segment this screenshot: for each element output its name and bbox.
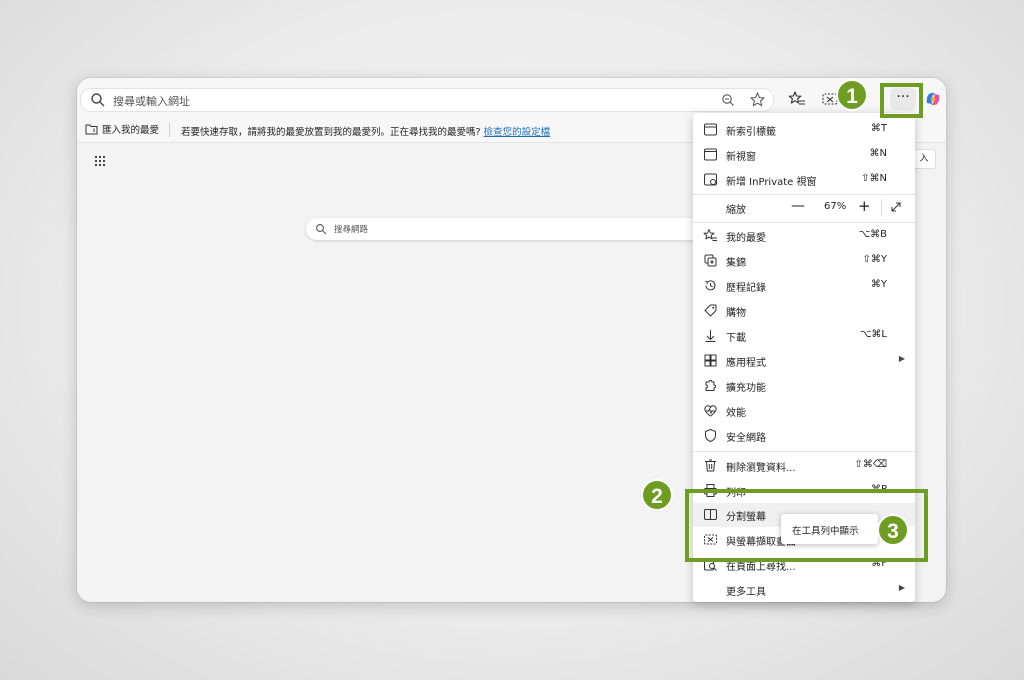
menu-item-new-tab[interactable]: 新索引標籤 ⌘T (693, 118, 915, 142)
toolbar: 搜尋或輸入網址 ··· (77, 78, 946, 118)
collections-icon (704, 254, 717, 267)
menu-divider (693, 222, 915, 223)
address-placeholder: 搜尋或輸入網址 (113, 95, 190, 108)
menu-item-shortcut: ⌘T (870, 123, 887, 134)
fullscreen-icon[interactable] (889, 200, 903, 214)
new-window-icon (704, 148, 717, 161)
inprivate-icon (704, 173, 717, 186)
menu-item-more-tools[interactable]: 更多工具 ▶ (693, 578, 915, 602)
zoom-level: 67% (824, 201, 847, 212)
extensions-puzzle-icon (705, 380, 716, 391)
menu-item-label: 新增 InPrivate 視窗 (726, 177, 817, 188)
menu-divider (693, 451, 915, 452)
menu-item-label: 我的最愛 (726, 233, 766, 244)
menu-item-shortcut: ⌥⌘B (858, 229, 887, 240)
menu-item-history[interactable]: 歷程記錄 ⌘Y (693, 274, 915, 298)
menu-item-secure-network[interactable]: 安全網路 (693, 424, 915, 448)
menu-item-label: 效能 (726, 408, 746, 419)
search-icon (316, 224, 327, 235)
favorites-list-icon[interactable] (788, 90, 806, 108)
menu-item-downloads[interactable]: 下載 ⌥⌘L (693, 324, 915, 348)
performance-heart-icon (704, 405, 717, 417)
menu-item-label: 購物 (726, 308, 746, 319)
favorites-icon (703, 229, 717, 241)
menu-item-label: 集錦 (726, 258, 746, 269)
app-launcher-icon[interactable] (94, 155, 106, 167)
favbar-divider (169, 123, 170, 137)
apps-icon (704, 354, 717, 367)
download-icon (705, 330, 716, 342)
highlight-more-button (880, 83, 923, 118)
copilot-icon[interactable] (923, 89, 943, 109)
menu-item-shortcut: ⇧⌘Y (862, 254, 888, 265)
menu-item-apps[interactable]: 應用程式 ▶ (693, 349, 915, 373)
menu-item-shortcut: ⌥⌘L (859, 329, 887, 340)
web-search-box[interactable]: 搜尋網路 (306, 218, 706, 240)
menu-item-label: 新視窗 (726, 152, 756, 163)
menu-item-label: 刪除瀏覽資料... (726, 463, 796, 474)
import-favorites-button[interactable]: 匯入我的最愛 (85, 122, 159, 136)
zoom-separator (881, 199, 882, 217)
sign-in-button[interactable]: 入 (912, 149, 936, 169)
menu-item-label: 應用程式 (726, 358, 766, 369)
zoom-out-button[interactable]: — (791, 198, 805, 214)
chevron-right-icon: ▶ (898, 354, 905, 363)
history-icon (705, 280, 716, 291)
trash-icon (705, 459, 716, 472)
menu-item-extensions[interactable]: 擴充功能 (693, 374, 915, 398)
import-folder-icon (85, 124, 98, 135)
shopping-tag-icon (704, 304, 717, 317)
step-badge-2: 2 (641, 479, 673, 511)
check-profile-settings-link[interactable]: 檢查您的設定檔 (484, 127, 551, 138)
menu-item-new-window[interactable]: 新視窗 ⌘N (693, 143, 915, 167)
search-icon (91, 93, 105, 107)
add-favorite-star-icon[interactable] (749, 91, 766, 108)
menu-item-label: 歷程記錄 (726, 283, 766, 294)
favorites-hint: 若要快速存取，請將我的最愛放置到我的最愛列。正在尋找我的最愛嗎? 檢查您的設定檔 (181, 124, 550, 138)
menu-divider (693, 194, 915, 195)
shield-icon (705, 429, 716, 442)
menu-item-favorites[interactable]: 我的最愛 ⌥⌘B (693, 224, 915, 248)
step-badge-3: 3 (877, 514, 909, 546)
zoom-out-icon[interactable] (721, 93, 735, 107)
menu-item-shortcut: ⇧⌘N (861, 173, 887, 184)
menu-item-label: 擴充功能 (726, 383, 766, 394)
menu-item-inprivate-window[interactable]: 新增 InPrivate 視窗 ⇧⌘N (693, 168, 915, 192)
menu-item-shortcut: ⌘Y (870, 279, 887, 290)
menu-item-performance[interactable]: 效能 (693, 399, 915, 423)
new-tab-icon (704, 123, 717, 136)
chevron-right-icon: ▶ (898, 583, 905, 592)
menu-item-shopping[interactable]: 購物 (693, 299, 915, 323)
menu-item-zoom: 縮放 — 67% + (693, 196, 915, 220)
import-favorites-label: 匯入我的最愛 (102, 125, 160, 136)
menu-item-label: 更多工具 (726, 587, 766, 598)
web-search-placeholder: 搜尋網路 (334, 225, 369, 235)
menu-item-collections[interactable]: 集錦 ⇧⌘Y (693, 249, 915, 273)
menu-item-shortcut: ⌘N (869, 148, 887, 159)
address-bar[interactable]: 搜尋或輸入網址 (80, 88, 774, 112)
zoom-label: 縮放 (726, 205, 746, 216)
menu-item-label: 下載 (726, 333, 746, 344)
menu-item-label: 新索引標籤 (726, 127, 776, 138)
menu-item-label: 安全網路 (726, 433, 766, 444)
favorites-hint-text: 若要快速存取，請將我的最愛放置到我的最愛列。正在尋找我的最愛嗎? (181, 127, 481, 138)
menu-item-clear-browsing-data[interactable]: 刪除瀏覽資料... ⇧⌘⌫ (693, 454, 915, 478)
step-badge-1: 1 (836, 79, 868, 111)
menu-item-shortcut: ⇧⌘⌫ (854, 459, 887, 470)
zoom-in-button[interactable]: + (858, 197, 871, 215)
